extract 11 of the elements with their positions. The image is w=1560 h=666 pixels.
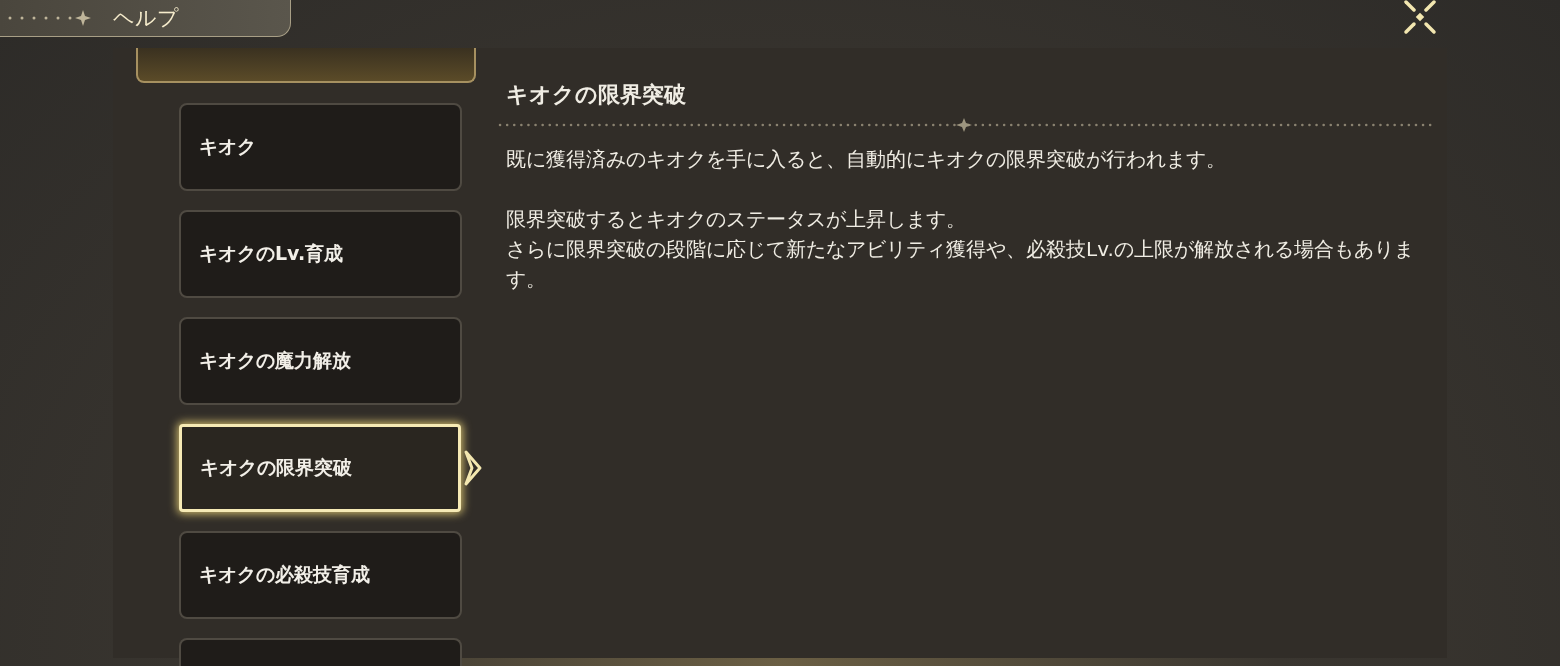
menu-item[interactable]: キオクの限界突破 xyxy=(179,424,462,512)
menu-item[interactable]: キオクの魔力解放 xyxy=(179,317,462,405)
pointer-icon xyxy=(463,450,483,486)
menu-item[interactable]: キオクのLv.育成 xyxy=(179,210,462,298)
menu-item[interactable]: キオクの必殺技育成 xyxy=(179,531,462,619)
article-paragraph: さらに限界突破の段階に応じて新たなアビリティ獲得や、必殺技Lv.の上限が解放される場合もあります。 xyxy=(506,236,1415,293)
article-paragraph: 限界突破するとキオクのステータスが上昇します。 xyxy=(506,206,967,233)
article-paragraph: 既に獲得済みのキオクを手に入ると、自動的にキオクの限界突破が行われます。 xyxy=(506,146,1227,173)
article-title: キオクの限界突破 xyxy=(506,81,687,109)
menu-item[interactable]: キオク xyxy=(179,103,462,191)
screen-title: ヘルプ xyxy=(113,5,179,32)
